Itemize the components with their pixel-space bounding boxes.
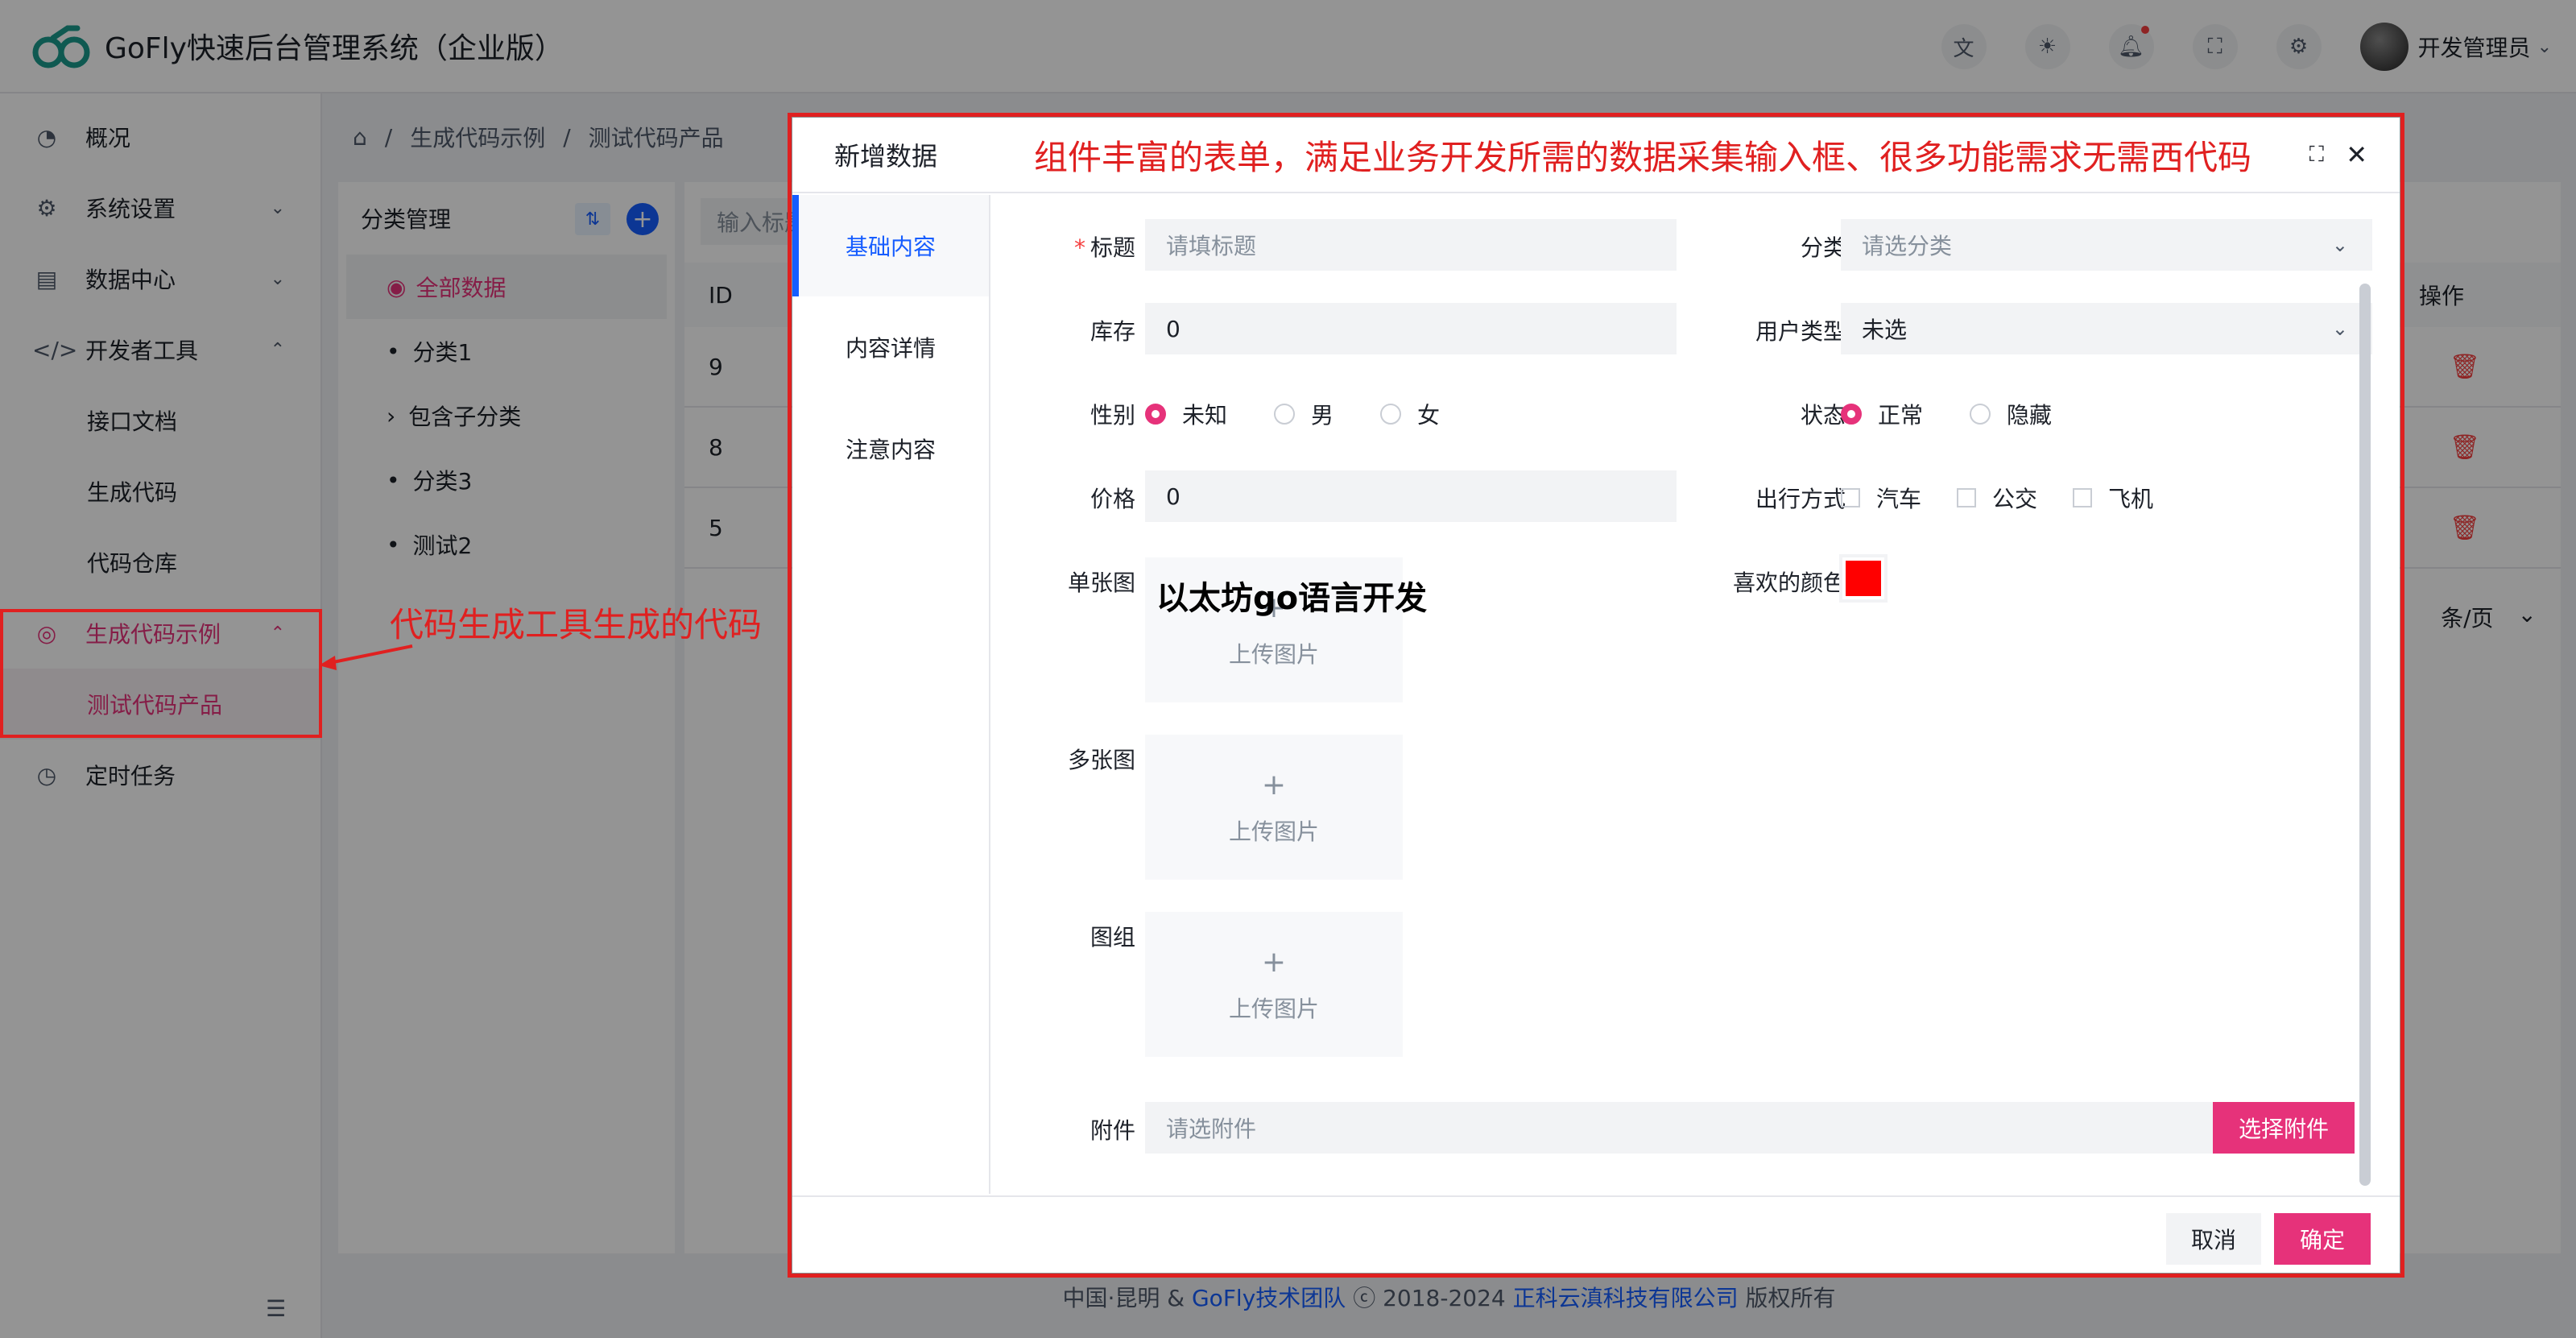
- multi-image-upload[interactable]: + 上传图片: [1145, 735, 1403, 880]
- price-label: 价格: [1090, 486, 1135, 512]
- price-input[interactable]: 0: [1145, 470, 1677, 522]
- annotation-arrow-icon: [319, 644, 413, 670]
- watermark-text: 以太坊go语言开发: [1156, 580, 1428, 617]
- title-input[interactable]: 请填标题: [1145, 219, 1677, 271]
- add-data-dialog: 新增数据 组件丰富的表单，满足业务开发所需的数据采集输入框、很多功能需求无需西代…: [792, 118, 2400, 1273]
- form-scrollbar[interactable]: [2359, 284, 2371, 1186]
- annotation-modal-banner: 组件丰富的表单，满足业务开发所需的数据采集输入框、很多功能需求无需西代码: [1034, 137, 2252, 177]
- tab-notes[interactable]: 注意内容: [792, 398, 989, 499]
- dialog-tabs: 基础内容 内容详情 注意内容: [792, 195, 990, 1194]
- fav-color-label: 喜欢的颜色: [1732, 570, 1846, 596]
- choose-attachment-button[interactable]: 选择附件: [2213, 1102, 2355, 1154]
- dialog-title: 新增数据: [834, 141, 938, 172]
- maximize-icon[interactable]: ⛶: [2309, 143, 2324, 168]
- form-body: * 标题 请填标题 分类 请选分类 ⌄ 库存 0 用户类型 未选 ⌄ 性别 未知 …: [990, 195, 2375, 1194]
- image-group-upload[interactable]: + 上传图片: [1145, 912, 1403, 1057]
- image-group-label: 图组: [1090, 924, 1135, 951]
- title-label: * 标题: [1073, 234, 1135, 261]
- gender-radio-male[interactable]: 男: [1274, 398, 1333, 430]
- close-icon[interactable]: ✕: [2346, 139, 2367, 170]
- status-radio-hidden[interactable]: 隐藏: [1970, 398, 2052, 430]
- multi-image-label: 多张图: [1067, 747, 1135, 773]
- upload-label: 上传图片: [1228, 818, 1319, 845]
- confirm-button[interactable]: 确定: [2274, 1213, 2371, 1265]
- category-select-value: 请选分类: [1862, 233, 1953, 259]
- status-radio-group: 正常 隐藏: [1841, 398, 2098, 430]
- stock-label: 库存: [1090, 318, 1135, 345]
- color-swatch-fill: [1846, 561, 1881, 596]
- single-image-label: 单张图: [1067, 570, 1135, 596]
- attachment-input[interactable]: 请选附件: [1145, 1102, 2219, 1154]
- dialog-footer: 取消 确定: [792, 1195, 2400, 1273]
- tab-basic-content[interactable]: 基础内容: [792, 195, 989, 296]
- stock-input[interactable]: 0: [1145, 303, 1677, 354]
- gender-radio-female[interactable]: 女: [1380, 398, 1440, 430]
- travel-check-plane[interactable]: 飞机: [2073, 482, 2153, 514]
- user-type-select[interactable]: 未选 ⌄: [1841, 303, 2372, 354]
- category-select[interactable]: 请选分类 ⌄: [1841, 219, 2372, 271]
- category-label: 分类: [1800, 234, 1846, 261]
- user-type-label: 用户类型: [1755, 318, 1846, 345]
- user-type-select-value: 未选: [1862, 317, 1908, 343]
- travel-checkbox-group: 汽车 公交 飞机: [1841, 482, 2189, 514]
- chevron-down-icon: ⌄: [2331, 317, 2348, 340]
- gender-radio-unknown[interactable]: 未知: [1145, 398, 1227, 430]
- status-radio-normal[interactable]: 正常: [1841, 398, 1923, 430]
- travel-check-car[interactable]: 汽车: [1841, 482, 1921, 514]
- plus-icon: +: [1261, 768, 1287, 802]
- gender-radio-group: 未知 男 女: [1145, 398, 1486, 430]
- gender-label: 性别: [1090, 402, 1135, 429]
- chevron-down-icon: ⌄: [2331, 234, 2348, 256]
- annotation-sidebar-note: 代码生成工具生成的代码: [390, 605, 763, 644]
- color-picker[interactable]: [1839, 554, 1888, 603]
- status-label: 状态: [1800, 402, 1846, 429]
- cancel-button[interactable]: 取消: [2166, 1213, 2261, 1265]
- tab-content-detail[interactable]: 内容详情: [792, 296, 989, 398]
- attachment-label: 附件: [1090, 1117, 1135, 1144]
- plus-icon: +: [1261, 945, 1287, 979]
- upload-label: 上传图片: [1228, 995, 1319, 1022]
- annotation-box: [0, 609, 322, 738]
- travel-check-bus[interactable]: 公交: [1957, 482, 2037, 514]
- upload-label: 上传图片: [1228, 640, 1319, 668]
- travel-label: 出行方式: [1755, 486, 1846, 512]
